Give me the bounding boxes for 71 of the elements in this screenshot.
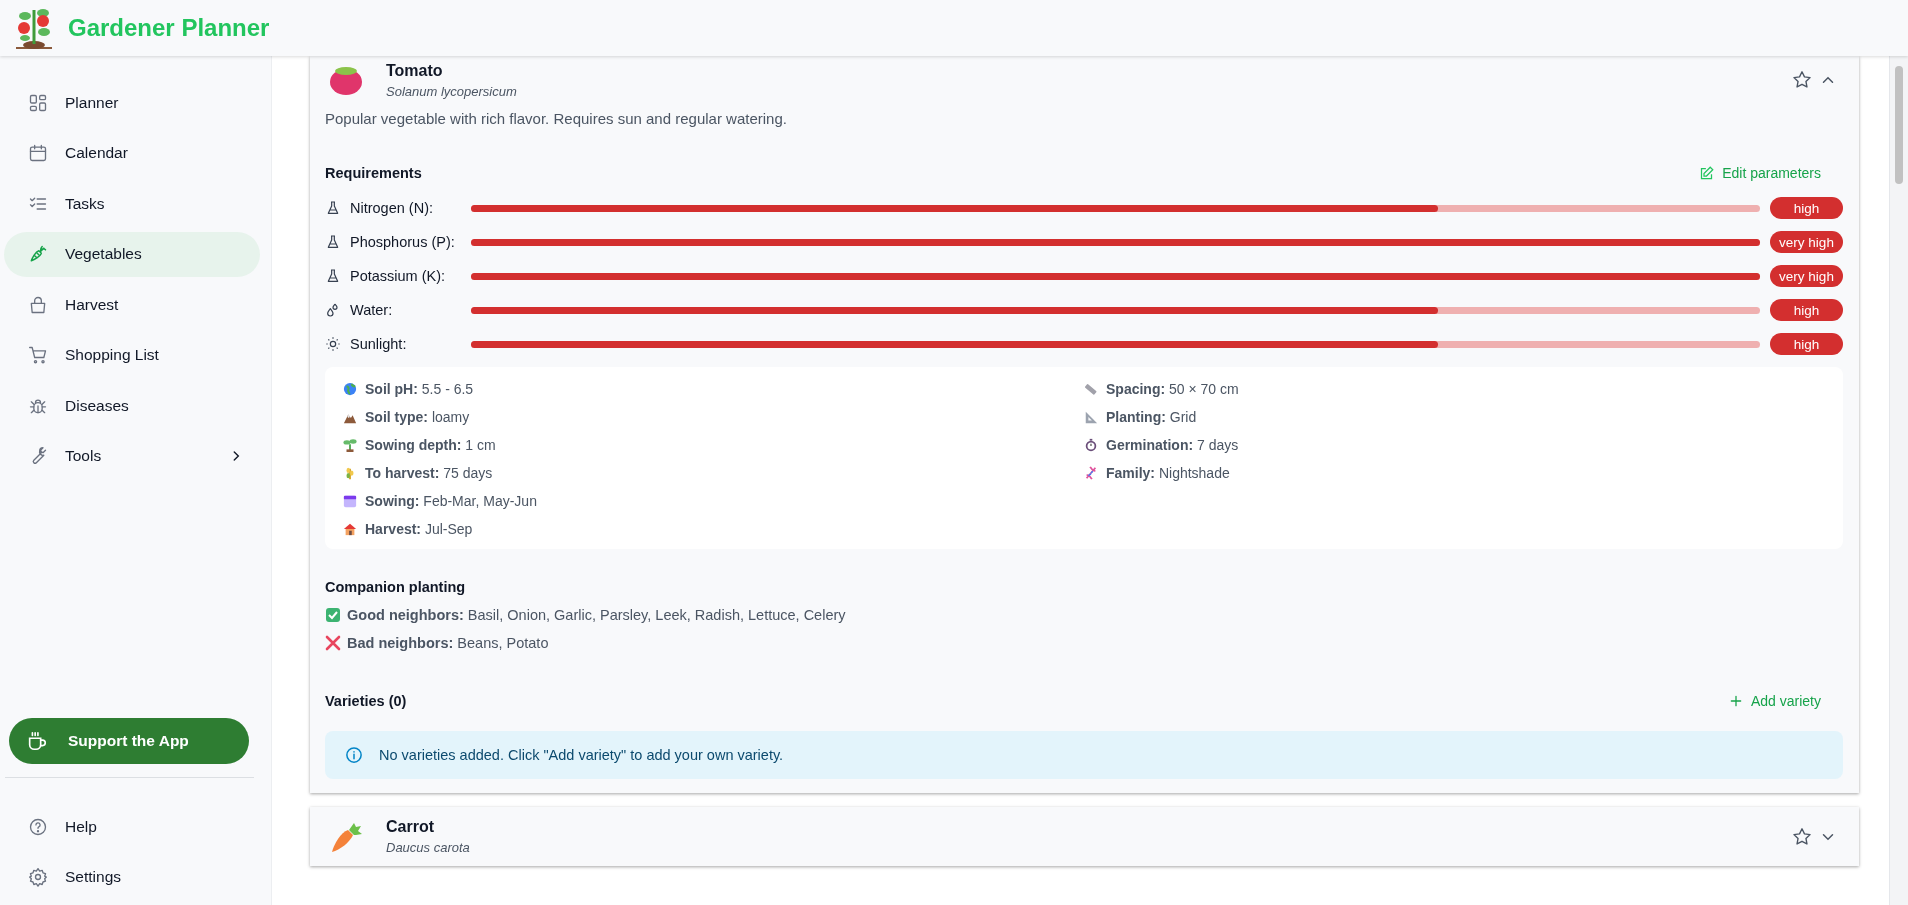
latin-name: Daucus carota <box>386 840 471 855</box>
edit-icon <box>1699 165 1715 181</box>
vegetable-name: Tomato <box>386 61 444 80</box>
fact-text: Sowing: Feb-Mar, May-Jun <box>365 493 537 509</box>
requirement-label: Nitrogen (N): <box>350 200 433 216</box>
rating-badge: very high <box>1770 265 1843 287</box>
house-icon <box>343 522 357 536</box>
app-title: Gardener Planner <box>68 14 270 42</box>
nav-item[interactable]: Diseases <box>4 383 260 428</box>
plus-icon <box>1728 694 1743 708</box>
requirement-label: Potassium (K): <box>350 268 446 284</box>
nav-item[interactable]: Planner <box>4 80 260 125</box>
fact-text: Spacing: 50 × 70 cm <box>1106 381 1239 397</box>
nav-item[interactable]: Tasks <box>4 181 260 226</box>
fact-text: Soil type: loamy <box>365 409 470 425</box>
requirement-label: Phosphorus (P): <box>350 234 455 250</box>
nav-item[interactable]: Settings <box>4 854 260 900</box>
flask-icon <box>325 268 341 284</box>
support-button[interactable]: Support the App <box>9 718 249 764</box>
star-icon[interactable] <box>1791 825 1813 848</box>
section-heading: Requirements <box>325 165 422 181</box>
scrollbar-thumb[interactable] <box>1895 66 1903 184</box>
nav-item[interactable]: Shopping List <box>4 332 260 378</box>
calendar-icon <box>28 143 48 163</box>
flask-icon <box>325 200 341 216</box>
rating-badge: high <box>1770 299 1843 321</box>
notice-text: No varieties added. Click "Add variety" to add your own variety. <box>379 747 784 763</box>
carrot-icon <box>28 244 48 264</box>
grid-icon <box>28 92 48 113</box>
nav-item[interactable]: Harvest <box>4 282 260 327</box>
fact-text: Planting: Grid <box>1106 409 1197 425</box>
requirement-label: Sunlight: <box>350 336 407 352</box>
fact-text: Family: Nightshade <box>1106 465 1230 481</box>
flask-icon <box>325 234 341 250</box>
settings-icon <box>28 867 48 887</box>
section-heading: Varieties (0) <box>325 693 407 709</box>
fact-text: Harvest: Jul-Sep <box>365 521 473 537</box>
seedling-icon <box>343 438 357 452</box>
rating-badge: high <box>1770 197 1843 219</box>
stopwatch-icon <box>1084 438 1098 452</box>
latin-name: Solanum lycopersicum <box>386 83 518 99</box>
nav-item[interactable]: Tools <box>4 433 260 479</box>
vegetable-name: Carrot <box>386 818 435 836</box>
star-icon[interactable] <box>1791 69 1813 91</box>
tomato-icon <box>328 64 364 96</box>
drop-icon <box>325 302 341 318</box>
rating-badge: very high <box>1770 231 1843 253</box>
fact-text: Soil pH: 5.5 - 6.5 <box>365 381 474 397</box>
cross-icon <box>325 635 341 651</box>
help-icon <box>28 816 48 837</box>
neighbors-text: Good neighbors: Basil, Onion, Garlic, Parsley, Leek, Radish, Lettuce, Celery <box>347 607 846 623</box>
fact-text: To harvest: 75 days <box>365 465 493 481</box>
cart-icon <box>28 345 48 365</box>
sun-icon <box>325 336 341 352</box>
neighbors-text: Bad neighbors: Beans, Potato <box>347 635 549 651</box>
section-heading: Companion planting <box>325 579 467 595</box>
nav-item[interactable]: Help <box>4 804 260 849</box>
check-icon <box>325 607 341 623</box>
requirement-label: Water: <box>350 302 393 318</box>
info-icon <box>345 746 363 764</box>
globe-icon <box>343 382 357 396</box>
nav-item[interactable]: Calendar <box>4 130 260 176</box>
coffee-cup-icon <box>26 730 48 752</box>
rating-badge: high <box>1770 333 1843 355</box>
plant-logo <box>14 6 54 50</box>
fact-text: Germination: 7 days <box>1106 437 1239 453</box>
bag-icon <box>28 294 48 315</box>
nav-item[interactable]: Vegetables <box>4 231 260 277</box>
calendar-icon <box>343 494 357 508</box>
fact-text: Sowing depth: 1 cm <box>365 437 496 453</box>
description-text: Popular vegetable with rich flavor. Requires sun and regular watering. <box>325 110 788 127</box>
